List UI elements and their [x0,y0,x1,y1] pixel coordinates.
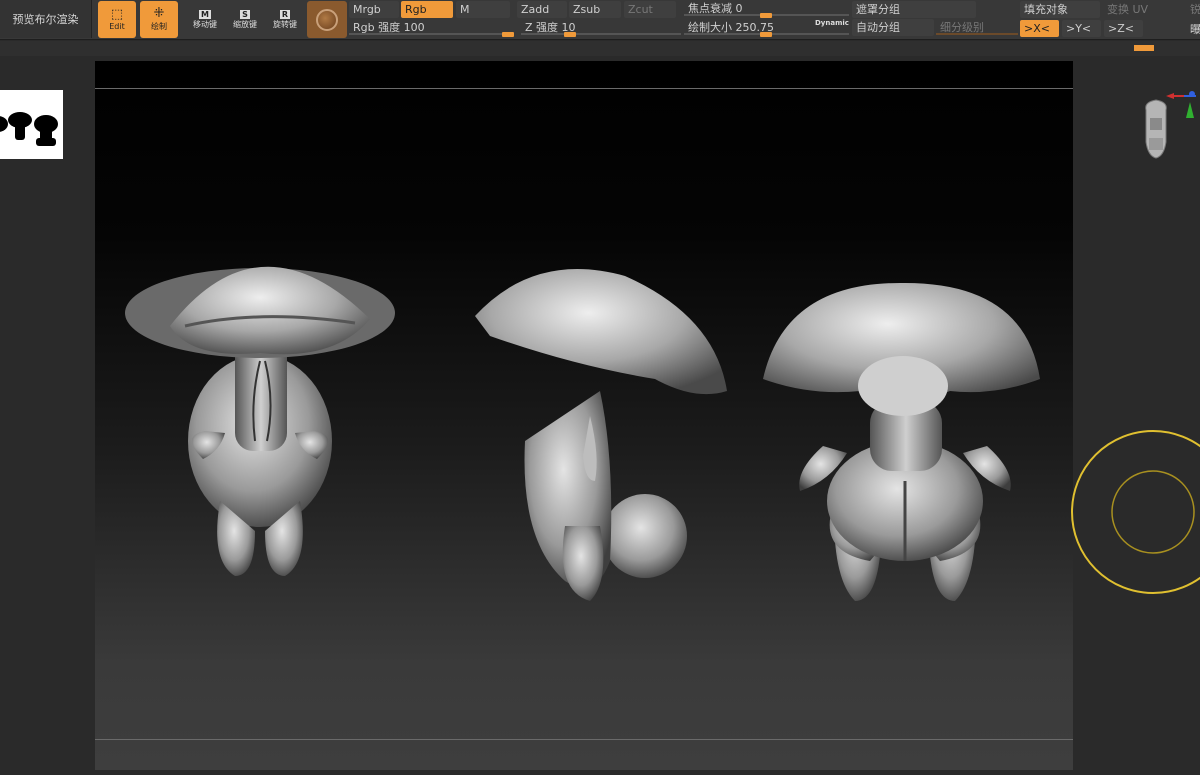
m-button[interactable]: M [456,1,510,18]
auto-groups-label: 自动分组 [856,21,900,34]
zsub-button[interactable]: Zsub [569,1,621,18]
m-label: M [460,3,470,16]
mushroom-side-view [475,269,727,601]
mask-groups-label: 遮罩分组 [856,3,900,16]
move-key-icon: M [199,9,211,19]
material-sphere-icon [316,8,338,31]
z-intensity-knob[interactable] [564,32,576,37]
fill-object-label: 填充对象 [1024,3,1068,16]
subbar-indicator [1134,45,1154,51]
z-intensity-track [521,33,681,35]
navigation-cube[interactable] [1136,84,1200,164]
rgb-intensity-track [349,33,514,35]
sym-y-label: >Y< [1066,22,1092,35]
sym-x-button[interactable]: >X< [1020,20,1059,37]
edit-icon: ⬚ [110,7,124,22]
focal-shift-slider[interactable]: 焦点衰减 0 [684,0,849,18]
zbrush-window: 预览布尔渲染 ⬚ Edit ⁜ 绘制 M 移动键 S 缩放键 R 旋转键 Mrg… [0,0,1200,775]
rgb-label: Rgb [405,3,427,16]
draw-mode-label: 绘制 [151,22,167,31]
edge-cut-left-label: 锐 [1190,3,1200,16]
mrgb-button[interactable]: Mrgb [349,1,399,18]
subdiv-level-track [936,33,1018,35]
sym-x-label: >X< [1024,22,1050,35]
sym-z-label: >Z< [1108,22,1134,35]
secondary-bar [0,41,1200,56]
mushroom-sculpt-render [125,266,1040,601]
draw-icon: ⁜ [153,6,165,21]
zsub-label: Zsub [573,3,601,16]
transform-uv-label: 变换 UV [1107,3,1149,16]
edge-cut-right-label: 曝 [1190,23,1200,36]
rgb-button[interactable]: Rgb [401,1,453,18]
auto-groups-button[interactable]: 自动分组 [852,19,934,36]
move-mode-label: 移动键 [193,19,217,29]
move-mode-button[interactable]: M 移动键 [186,1,224,38]
rotate-ring-icon [1071,430,1200,594]
preview-boolean-render-button[interactable]: 预览布尔渲染 [0,0,92,38]
fill-object-button[interactable]: 填充对象 [1020,1,1100,18]
document-canvas[interactable] [95,61,1073,770]
mushroom-back-view [763,282,1040,601]
material-button[interactable] [307,1,347,38]
scale-key-icon: S [240,9,250,19]
mushroom-front-view [125,266,395,576]
head-orientation-icon [1145,91,1196,159]
rotate-mode-button[interactable]: R 旋转键 [266,1,304,38]
scale-mode-button[interactable]: S 缩放键 [226,1,264,38]
draw-mode-button[interactable]: ⁜ 绘制 [140,1,178,38]
rgb-intensity-slider[interactable]: Rgb 强度 100 [349,19,514,37]
rgb-intensity-knob[interactable] [502,32,514,37]
z-intensity-slider[interactable]: Z 强度 10 [521,19,681,37]
edit-mode-label: Edit [109,22,125,31]
dynamic-toggle[interactable]: Dynamic [815,19,849,27]
scale-mode-label: 缩放键 [233,19,257,29]
draw-size-knob[interactable] [760,32,772,37]
subdiv-level-slider[interactable]: 细分级别 [936,19,1018,36]
rotate-key-icon: R [279,9,291,19]
focal-shift-knob[interactable] [760,13,772,18]
edit-mode-button[interactable]: ⬚ Edit [98,1,136,38]
zcut-button[interactable]: Zcut [624,1,676,18]
sym-z-button[interactable]: >Z< [1104,20,1143,37]
transform-uv-button[interactable]: 变换 UV [1103,1,1183,18]
rotate-gizmo[interactable] [1071,430,1200,595]
sym-y-button[interactable]: >Y< [1062,20,1101,37]
top-toolbar: 预览布尔渲染 ⬚ Edit ⁜ 绘制 M 移动键 S 缩放键 R 旋转键 Mrg… [0,0,1200,40]
alpha-thumbnail[interactable] [0,90,63,159]
zcut-label: Zcut [628,3,653,16]
mask-groups-button[interactable]: 遮罩分组 [852,1,976,18]
mushroom-silhouette-icon [0,112,58,146]
mrgb-label: Mrgb [353,3,381,16]
preview-boolean-render-label: 预览布尔渲染 [12,13,79,26]
rotate-mode-label: 旋转键 [273,19,297,29]
zadd-button[interactable]: Zadd [517,1,567,18]
zadd-label: Zadd [521,3,550,16]
